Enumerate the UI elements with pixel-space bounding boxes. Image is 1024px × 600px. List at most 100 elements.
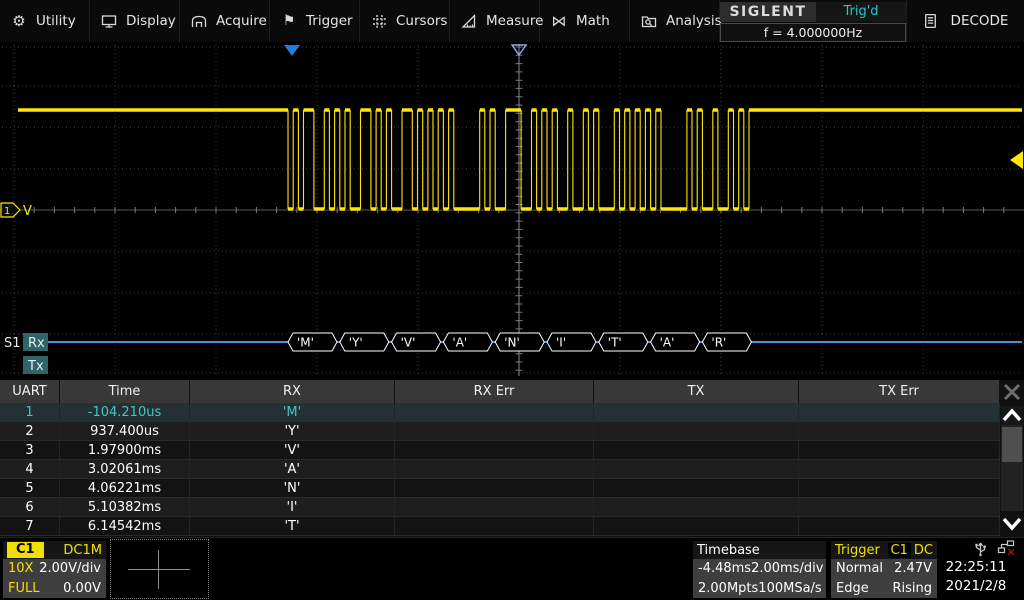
channel-bandwidth: FULL	[8, 581, 39, 596]
bus-frame-value: 'Y'	[349, 336, 363, 350]
trigger-level-marker[interactable]	[1010, 151, 1023, 169]
channel-offset: 0.00V	[63, 581, 101, 596]
channel1-waveform	[18, 110, 1022, 209]
menu-item-label: Cursors	[396, 13, 447, 29]
cell: -104.210us	[60, 403, 190, 421]
menu-item-label: Acquire	[216, 13, 267, 29]
trigger-type: Edge	[836, 581, 869, 596]
cell	[799, 517, 1000, 535]
table-row-7[interactable]: 76.14542ms'T'	[0, 517, 1000, 536]
status-bar: C1 DC1M 10X 2.00V/div FULL 0.00V Timebas…	[0, 537, 1024, 600]
table-row-6[interactable]: 65.10382ms'I'	[0, 498, 1000, 517]
bus-label: S1	[4, 336, 21, 351]
cell	[395, 498, 594, 516]
cell: 6.14542ms	[60, 517, 190, 535]
menu-item-label: Math	[576, 13, 610, 29]
bus-frame-value: 'A'	[660, 336, 675, 350]
table-row-3[interactable]: 31.97900ms'V'	[0, 441, 1000, 460]
cell	[594, 403, 799, 421]
menu-item-measure[interactable]: Measure	[450, 0, 540, 42]
trigger-coupling: DC	[914, 543, 933, 558]
cell	[395, 441, 594, 459]
menu-item-display[interactable]: Display	[90, 0, 180, 42]
trigger-frequency-readout: f = 4.000000Hz	[720, 23, 906, 42]
menu-item-utility[interactable]: ⚙Utility	[0, 0, 90, 42]
uart-decode-table: UARTTimeRXRX ErrTXTX Err 1-104.210us'M'2…	[0, 380, 1000, 537]
table-row-5[interactable]: 54.06221ms'N'	[0, 479, 1000, 498]
cell	[799, 479, 1000, 497]
cell	[799, 441, 1000, 459]
clock-time: 22:25:11	[933, 558, 1019, 577]
cell	[594, 422, 799, 440]
scroll-track[interactable]	[1001, 425, 1023, 511]
scroll-up-button[interactable]	[1001, 406, 1023, 425]
chevron-down-icon	[1001, 512, 1023, 535]
bus-frame-value: 'N'	[504, 336, 520, 350]
timebase-box[interactable]: Timebase -4.48ms 2.00ms/div 2.00Mpts 100…	[693, 541, 826, 598]
menu-item-cursors[interactable]: Cursors	[360, 0, 450, 42]
channel1-marker-label: 1	[4, 206, 10, 217]
cell: 'I'	[190, 498, 395, 516]
cell	[594, 498, 799, 516]
channel-attenuation: 10X	[8, 561, 33, 576]
scroll-thumb[interactable]	[1002, 427, 1022, 462]
column-header-rx-err: RX Err	[395, 380, 594, 403]
menu-item-math[interactable]: ⋈ Math	[540, 0, 630, 42]
svg-text:✕: ✕	[1007, 546, 1016, 557]
plus-icon	[128, 569, 190, 570]
waveform-display: 1VS1RxTx'M''Y''V''A''N''I''T''A''R'	[0, 42, 1024, 378]
trigger-position-marker[interactable]	[284, 45, 300, 56]
empty-channel-slot[interactable]	[110, 539, 209, 599]
cell: 1.97900ms	[60, 441, 190, 459]
menu-item-trigger[interactable]: ⚑Trigger	[270, 0, 360, 42]
chevron-up-icon	[1001, 406, 1023, 425]
rx-badge-label: Rx	[28, 336, 45, 351]
acquire-icon	[191, 13, 207, 29]
cell	[594, 441, 799, 459]
logo-block: SIGLENT Trig'd f = 4.000000Hz	[720, 0, 906, 42]
timebase-delay: -4.48ms	[698, 561, 751, 576]
table-row-4[interactable]: 43.02061ms'A'	[0, 460, 1000, 479]
table-scrollbar	[1000, 380, 1024, 537]
oscilloscope-screen: ⚙Utility Display Acquire⚑Trigger Cursors Mea…	[0, 0, 1024, 600]
menu-item-analysis[interactable]: Analysis	[630, 0, 720, 42]
menu-item-label: Measure	[486, 13, 543, 29]
menu-item-label: Utility	[36, 13, 76, 29]
table-row-1[interactable]: 1-104.210us'M'	[0, 403, 1000, 422]
channel1-badge: C1	[7, 542, 44, 558]
decode-tab-label: DECODE	[951, 13, 1009, 29]
table-body: 1-104.210us'M'2937.400us'Y'31.97900ms'V'…	[0, 403, 1000, 536]
cell	[594, 460, 799, 478]
cell: 4	[0, 460, 60, 478]
cell: 2	[0, 422, 60, 440]
trigger-title: Trigger	[835, 543, 880, 558]
math-icon: ⋈	[551, 13, 567, 29]
cell	[395, 422, 594, 440]
cell: 'A'	[190, 460, 395, 478]
bus-frame-value: 'T'	[608, 336, 622, 350]
tab-decode[interactable]: DECODE	[906, 0, 1024, 42]
trigger-box[interactable]: Trigger C1DC Normal 2.47V Edge Rising	[831, 541, 937, 598]
menu-item-label: Display	[126, 13, 176, 29]
bus-frame	[443, 333, 492, 351]
siglent-logo: SIGLENT	[720, 2, 816, 22]
cell: 'V'	[190, 441, 395, 459]
menu-item-acquire[interactable]: Acquire	[180, 0, 270, 42]
bus-frame	[651, 333, 700, 351]
scroll-down-button[interactable]	[1001, 512, 1023, 535]
trigger-level: 2.47V	[894, 561, 932, 576]
bus-frame	[340, 333, 389, 351]
timebase-memory: 2.00Mpts	[698, 581, 758, 596]
clock-date: 2021/2/8	[933, 577, 1019, 596]
channel1-info-box[interactable]: C1 DC1M 10X 2.00V/div FULL 0.00V	[3, 541, 106, 598]
table-row-2[interactable]: 2937.400us'Y'	[0, 422, 1000, 441]
table-header-row: UARTTimeRXRX ErrTXTX Err	[0, 380, 1000, 403]
column-header-tx-err: TX Err	[799, 380, 1000, 403]
bus-frame	[547, 333, 596, 351]
cell: 'M'	[190, 403, 395, 421]
timebase-scale: 2.00ms/div	[751, 561, 823, 576]
cell	[395, 479, 594, 497]
axis-ticks	[14, 47, 1004, 370]
cell	[395, 517, 594, 535]
table-close-button[interactable]	[1000, 380, 1024, 404]
